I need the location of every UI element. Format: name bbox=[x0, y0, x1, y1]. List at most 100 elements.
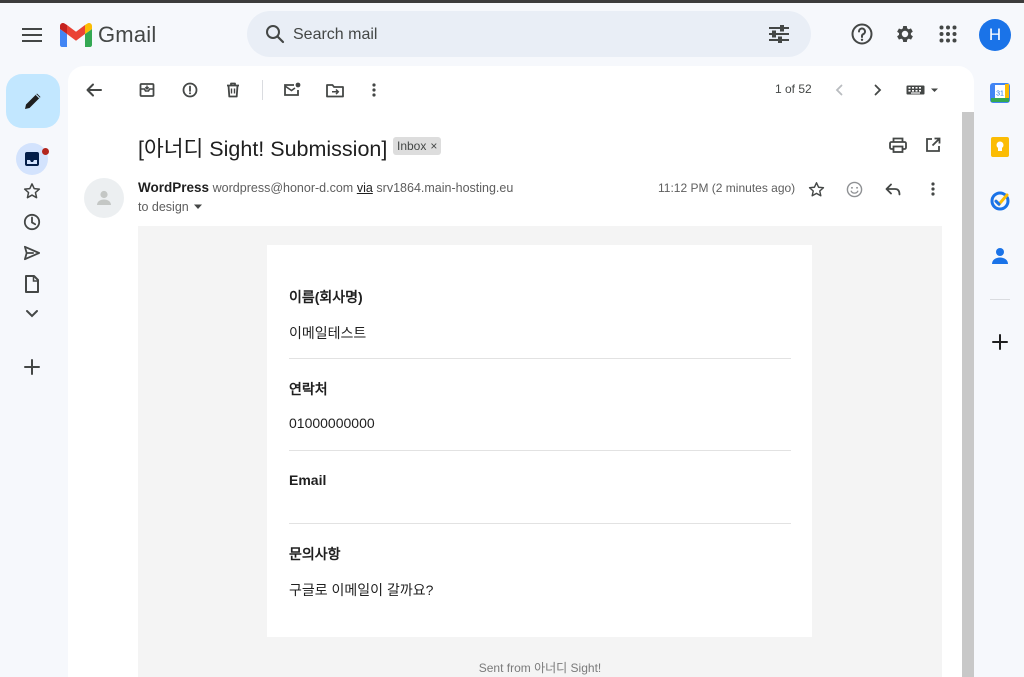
tasks-app-button[interactable] bbox=[986, 187, 1014, 215]
tasks-check-icon bbox=[990, 191, 1010, 211]
star-outline-icon bbox=[808, 181, 825, 198]
side-panel-divider bbox=[990, 299, 1010, 300]
get-addons-button[interactable] bbox=[986, 328, 1014, 356]
field-divider bbox=[289, 450, 791, 451]
pencil-icon bbox=[23, 91, 43, 111]
relay-host: srv1864.main-hosting.eu bbox=[376, 181, 514, 195]
recipient-text: to design bbox=[138, 200, 189, 214]
alert-circle-icon bbox=[182, 82, 198, 98]
form-submission-card: 이름(회사명) 이메일테스트 연락처 01000000000 Email 문의사… bbox=[267, 245, 812, 637]
window-top-border bbox=[0, 0, 1024, 3]
mark-unread-button[interactable] bbox=[278, 76, 306, 104]
field-label: Email bbox=[289, 472, 327, 488]
archive-icon bbox=[139, 82, 155, 98]
search-icon[interactable] bbox=[257, 16, 293, 52]
compose-button[interactable] bbox=[6, 74, 60, 128]
archive-button[interactable] bbox=[133, 76, 161, 104]
open-in-new-icon bbox=[925, 137, 941, 153]
open-new-window-button[interactable] bbox=[919, 131, 947, 159]
calendar-app-button[interactable]: 31 bbox=[986, 79, 1014, 107]
via-link[interactable]: via bbox=[357, 181, 373, 195]
gmail-m-icon bbox=[60, 23, 92, 47]
message-more-button[interactable] bbox=[919, 175, 947, 203]
email-footer-note: Sent from 아너디 Sight! bbox=[478, 661, 602, 675]
more-vert-icon bbox=[931, 182, 935, 196]
field-label: 연락처 bbox=[289, 381, 328, 397]
move-to-button[interactable] bbox=[321, 76, 349, 104]
message-view: 1 of 52 [아너디 Sight! Submission] Inbox × bbox=[68, 66, 974, 677]
apps-button[interactable] bbox=[930, 16, 966, 52]
back-button[interactable] bbox=[80, 76, 108, 104]
settings-button[interactable] bbox=[887, 16, 923, 52]
chevron-down-icon bbox=[25, 309, 39, 319]
plus-icon bbox=[24, 359, 40, 375]
field-contact: 연락처 01000000000 bbox=[289, 379, 791, 431]
input-tools-button[interactable] bbox=[900, 76, 944, 104]
field-value: 이메일테스트 bbox=[289, 325, 367, 341]
label-chip-text: Inbox bbox=[397, 139, 427, 153]
inbox-label-chip[interactable]: Inbox × bbox=[393, 137, 442, 155]
toolbar-divider bbox=[262, 80, 263, 100]
sender-email: wordpress@honor-d.com bbox=[212, 181, 354, 195]
keyboard-icon bbox=[906, 84, 938, 96]
email-timestamp: 11:12 PM (2 minutes ago) bbox=[658, 181, 796, 195]
star-icon bbox=[23, 182, 41, 200]
keep-app-button[interactable] bbox=[986, 133, 1014, 161]
hamburger-icon bbox=[22, 27, 42, 43]
field-email: Email bbox=[289, 472, 791, 504]
older-button[interactable] bbox=[864, 76, 892, 104]
help-button[interactable] bbox=[844, 16, 880, 52]
add-reaction-button[interactable] bbox=[840, 175, 868, 203]
field-value: 구글로 이메일이 갈까요? bbox=[289, 582, 434, 598]
email-subject: [아너디 Sight! Submission] bbox=[138, 137, 388, 161]
nav-starred[interactable] bbox=[16, 175, 48, 207]
emoji-icon bbox=[846, 181, 863, 198]
print-icon bbox=[889, 137, 907, 153]
more-actions-button[interactable] bbox=[360, 76, 388, 104]
report-spam-button[interactable] bbox=[176, 76, 204, 104]
search-options-icon[interactable] bbox=[761, 16, 797, 52]
nav-sent[interactable] bbox=[16, 237, 48, 269]
draft-file-icon bbox=[25, 275, 39, 293]
gear-icon bbox=[894, 23, 916, 45]
account-avatar[interactable]: H bbox=[979, 19, 1011, 51]
chevron-right-icon bbox=[874, 84, 882, 96]
newer-button[interactable] bbox=[825, 76, 853, 104]
nav-drafts[interactable] bbox=[16, 268, 48, 300]
field-label: 문의사항 bbox=[289, 546, 341, 562]
delete-button[interactable] bbox=[219, 76, 247, 104]
reply-icon bbox=[885, 183, 901, 196]
reply-button[interactable] bbox=[879, 175, 907, 203]
field-value: 01000000000 bbox=[289, 415, 375, 431]
nav-create-label[interactable] bbox=[16, 351, 48, 383]
recipient-details-toggle[interactable]: to design bbox=[138, 200, 203, 214]
contacts-app-button[interactable] bbox=[986, 242, 1014, 270]
search-bar[interactable] bbox=[247, 11, 811, 57]
person-icon bbox=[94, 188, 114, 208]
apps-grid-icon bbox=[939, 25, 957, 43]
print-button[interactable] bbox=[884, 131, 912, 159]
pagination-count: 1 of 52 bbox=[775, 82, 812, 96]
mail-unread-icon bbox=[283, 82, 301, 98]
sender-line: WordPress wordpress@honor-d.com via srv1… bbox=[138, 180, 513, 195]
clock-icon bbox=[23, 213, 41, 231]
sender-avatar[interactable] bbox=[84, 178, 124, 218]
nav-snoozed[interactable] bbox=[16, 206, 48, 238]
scrollbar-thumb[interactable] bbox=[962, 112, 974, 677]
gmail-logo[interactable]: Gmail bbox=[60, 20, 156, 50]
trash-icon bbox=[226, 82, 240, 98]
contacts-person-icon bbox=[992, 247, 1008, 265]
arrow-left-icon bbox=[86, 83, 102, 97]
remove-label-button[interactable]: × bbox=[430, 139, 437, 153]
folder-move-icon bbox=[326, 83, 344, 98]
star-email-button[interactable] bbox=[802, 175, 830, 203]
keep-note-icon bbox=[991, 137, 1009, 157]
inbox-unread-dot bbox=[42, 148, 49, 155]
field-label: 이름(회사명) bbox=[289, 289, 363, 305]
search-input[interactable] bbox=[291, 21, 735, 49]
field-divider bbox=[289, 523, 791, 524]
nav-more[interactable] bbox=[16, 298, 48, 330]
main-menu-button[interactable] bbox=[14, 17, 50, 53]
calendar-icon: 31 bbox=[990, 83, 1010, 103]
sender-name[interactable]: WordPress bbox=[138, 180, 209, 195]
